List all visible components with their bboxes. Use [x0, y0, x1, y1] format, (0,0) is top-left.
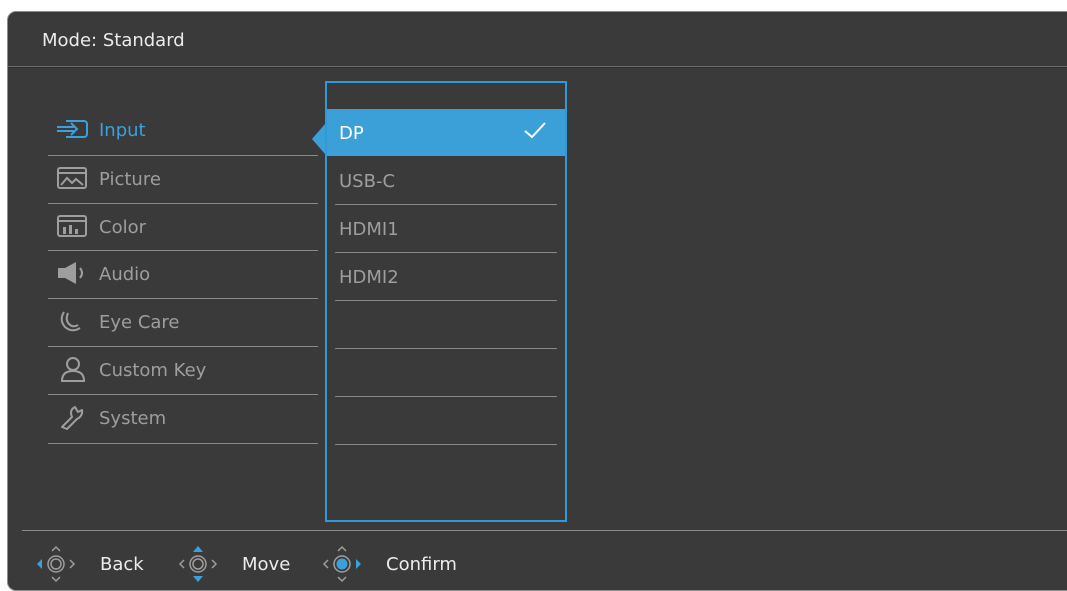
option-label: DP	[339, 123, 364, 144]
divider	[48, 443, 318, 444]
selection-pointer	[312, 124, 325, 154]
joystick-press-icon	[322, 545, 361, 583]
menu-item-input[interactable]: Input	[48, 106, 318, 152]
input-option-hdmi2[interactable]: HDMI2	[327, 253, 565, 300]
menu-item-label: Input	[99, 120, 146, 141]
hint-confirm-label: Confirm	[386, 554, 457, 575]
system-icon	[61, 406, 84, 430]
checkmark-icon	[524, 122, 546, 139]
menu-item-label: Audio	[99, 264, 151, 285]
audio-icon	[58, 262, 83, 284]
menu-item-label: System	[99, 408, 167, 429]
hint-back-label: Back	[100, 554, 144, 575]
divider	[335, 348, 557, 349]
option-label: HDMI2	[339, 267, 399, 288]
title-bar: Mode: Standard	[8, 12, 1067, 67]
menu-item-audio[interactable]: Audio	[48, 250, 318, 296]
input-option-hdmi1[interactable]: HDMI1	[327, 205, 565, 252]
menu-item-eye-care[interactable]: Eye Care	[48, 298, 318, 344]
osd-menu: Mode: Standard Input Picture Color Audio…	[7, 11, 1067, 591]
joystick-up-down-icon	[178, 546, 218, 582]
color-icon	[57, 215, 87, 237]
divider	[335, 444, 557, 445]
menu-item-picture[interactable]: Picture	[48, 155, 318, 201]
input-submenu: DP USB-C HDMI1 HDMI2	[325, 81, 567, 522]
hint-move-label: Move	[242, 554, 291, 575]
menu-item-custom-key[interactable]: Custom Key	[48, 346, 318, 392]
input-option-dp[interactable]: DP	[327, 109, 565, 156]
divider	[335, 300, 557, 301]
menu-item-system[interactable]: System	[48, 394, 318, 440]
input-option-usb-c[interactable]: USB-C	[327, 157, 565, 204]
menu-item-label: Picture	[99, 169, 161, 190]
divider	[335, 396, 557, 397]
eye-care-icon	[60, 311, 81, 332]
input-icon	[57, 120, 88, 138]
footer-divider	[22, 530, 1067, 531]
custom-key-icon	[60, 357, 86, 382]
option-label: HDMI1	[339, 219, 399, 240]
joystick-left-icon	[37, 545, 76, 583]
picture-icon	[57, 167, 87, 189]
mode-title: Mode: Standard	[42, 30, 185, 51]
menu-item-label: Eye Care	[99, 312, 180, 333]
option-label: USB-C	[339, 171, 396, 192]
menu-item-color[interactable]: Color	[48, 203, 318, 249]
menu-item-label: Custom Key	[99, 360, 207, 381]
menu-item-label: Color	[99, 217, 146, 238]
